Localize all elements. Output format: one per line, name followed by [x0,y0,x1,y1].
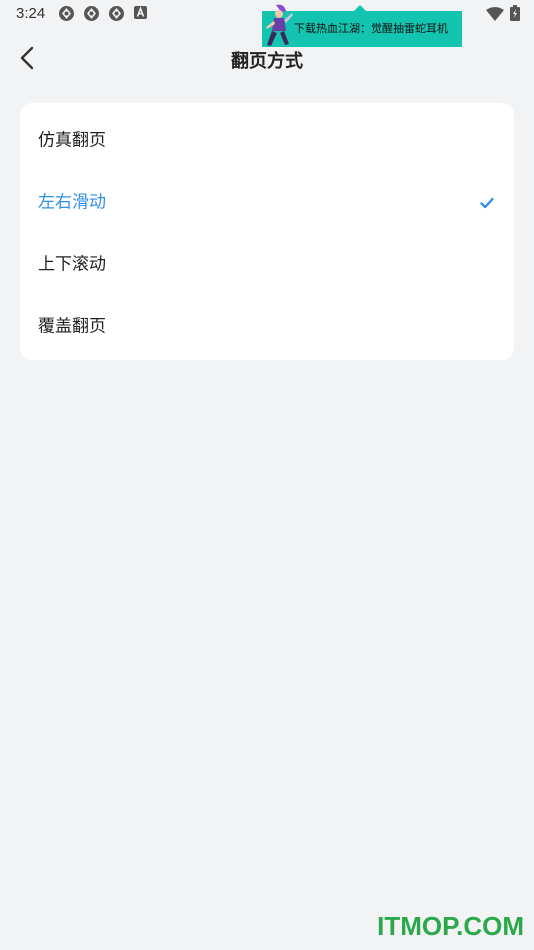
option-label: 仿真翻页 [38,130,106,151]
page-turn-options-list: 仿真翻页 左右滑动 上下滚动 覆盖翻页 [20,103,514,360]
aperture-icon [58,5,75,22]
option-label: 覆盖翻页 [38,316,106,337]
notification-icons [58,5,150,22]
option-label: 上下滚动 [38,254,106,275]
page-title: 翻页方式 [231,51,303,72]
a-square-icon [133,5,150,22]
status-right-icons [486,5,520,25]
option-scroll-up-down[interactable]: 上下滚动 [20,231,514,293]
header: 翻页方式 [0,34,534,84]
option-simulation[interactable]: 仿真翻页 [20,107,514,169]
ad-pointer [354,5,366,11]
battery-icon [510,5,520,25]
watermark: ITMOP.COM [377,911,524,941]
aperture-icon [108,5,125,22]
option-slide-left-right[interactable]: 左右滑动 [20,169,514,231]
option-label: 左右滑动 [38,192,106,213]
aperture-icon [83,5,100,22]
wifi-icon [486,6,504,25]
option-cover[interactable]: 覆盖翻页 [20,293,514,355]
checkmark-icon [480,194,494,209]
status-time: 3:24 [16,5,46,22]
